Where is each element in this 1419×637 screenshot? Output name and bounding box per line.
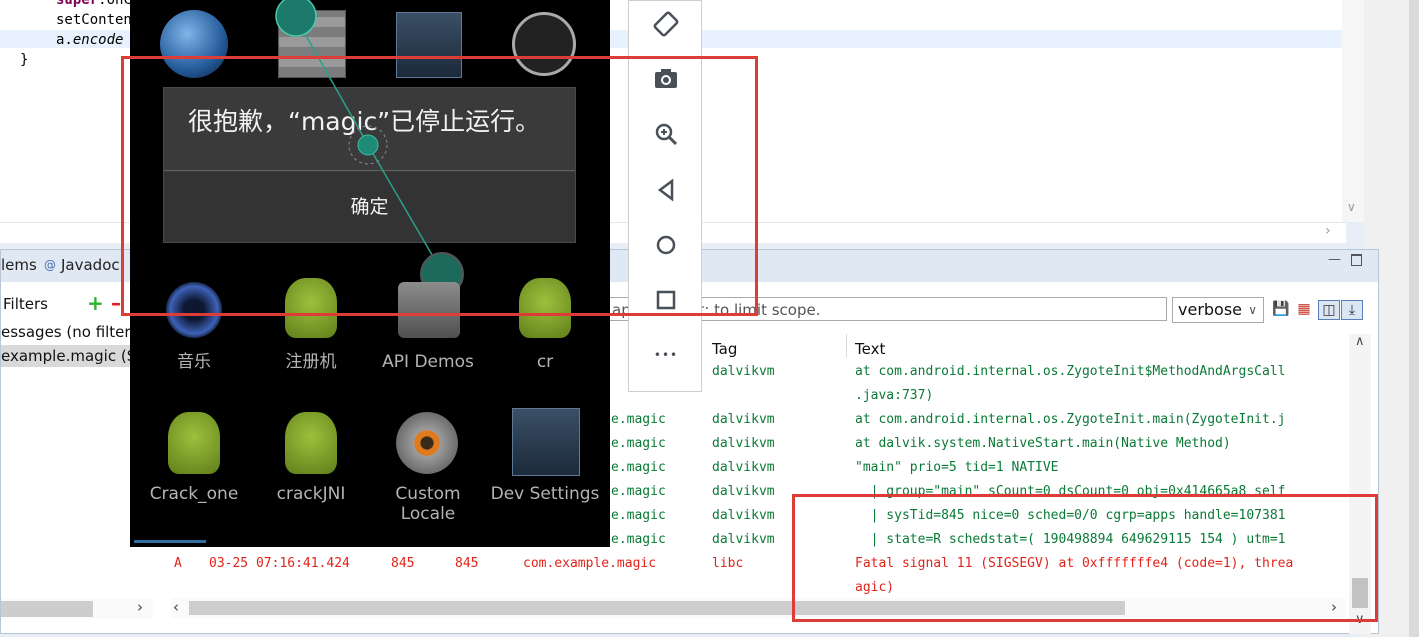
- trail-line: [367, 144, 443, 273]
- code-keyword: super: [56, 0, 99, 8]
- music-icon[interactable]: [166, 282, 222, 338]
- touch-point: [357, 134, 379, 156]
- emulator-screen[interactable]: 很抱歉，“magic”已停止运行。 确定 音乐 注册机 API Demos cr…: [130, 0, 610, 547]
- error-pid: 845: [391, 556, 415, 571]
- scroll-lock-icon[interactable]: ◫: [1318, 300, 1340, 320]
- log-row-tag: dalvikvm: [712, 412, 775, 427]
- error-tid: 845: [455, 556, 479, 571]
- error-text: Fatal signal 11 (SIGSEGV) at 0xfffffffe4…: [855, 556, 1294, 571]
- scroll-down-icon[interactable]: ∨: [1347, 200, 1356, 214]
- javadoc-icon: @: [44, 258, 56, 272]
- log-row-tag: dalvikvm: [712, 508, 775, 523]
- tab-problems[interactable]: lems: [1, 256, 37, 274]
- settings-icon[interactable]: [512, 408, 580, 476]
- emulator-toolbar: •••: [628, 0, 702, 392]
- scroll-to-end-icon[interactable]: ⤓: [1341, 300, 1363, 320]
- trail-line: [295, 17, 369, 146]
- page-indicator: [134, 540, 206, 543]
- column-tag[interactable]: Tag: [712, 340, 737, 358]
- log-row-app: e.magic: [611, 412, 666, 427]
- touch-point: [275, 0, 317, 37]
- log-row-tag: dalvikvm: [712, 364, 775, 379]
- app-label[interactable]: cr: [485, 352, 605, 372]
- filters-hscroll[interactable]: ›: [1, 598, 153, 619]
- android-app-icon[interactable]: [168, 412, 220, 474]
- code-line-4: }: [20, 52, 29, 68]
- log-row-app: e.magic: [611, 460, 666, 475]
- column-text[interactable]: Text: [855, 340, 885, 358]
- camera-icon[interactable]: [652, 65, 680, 93]
- log-row-tag: dalvikvm: [712, 460, 775, 475]
- code-method: encode: [72, 32, 124, 48]
- scroll-left-icon[interactable]: ‹: [173, 598, 179, 616]
- remove-filter-icon[interactable]: –: [111, 291, 121, 315]
- zoom-icon[interactable]: [652, 120, 680, 148]
- log-row-tag: dalvikvm: [712, 532, 775, 547]
- error-level: A: [174, 556, 182, 571]
- log-hscroll-thumb[interactable]: [189, 601, 1125, 615]
- scroll-right-icon[interactable]: ›: [137, 598, 143, 616]
- error-text-continued: agic): [855, 580, 895, 595]
- log-level-value: verbose: [1178, 300, 1243, 319]
- back-icon[interactable]: [652, 176, 680, 204]
- code-line-1: super.onCr: [56, 0, 140, 10]
- scroll-down-icon[interactable]: ∨: [1355, 612, 1365, 627]
- android-app-icon[interactable]: [285, 278, 337, 338]
- minimize-icon[interactable]: —: [1328, 252, 1341, 267]
- log-row-app: e.magic: [611, 484, 666, 499]
- scroll-up-icon[interactable]: ∧: [1355, 334, 1365, 349]
- home-icon[interactable]: [652, 231, 680, 259]
- column-divider[interactable]: [846, 334, 847, 358]
- log-scroll-thumb[interactable]: [1352, 578, 1368, 608]
- scroll-right-icon[interactable]: ›: [1325, 223, 1331, 239]
- tab-javadoc[interactable]: Javadoc: [61, 256, 120, 274]
- error-tag: libc: [712, 556, 744, 571]
- log-row-app: e.magic: [611, 532, 666, 547]
- folder-icon[interactable]: [398, 282, 460, 338]
- save-icon[interactable]: 💾: [1272, 300, 1290, 318]
- log-row-text: | state=R schedstat=( 190498894 64962911…: [855, 532, 1286, 547]
- editor-vertical-scrollbar[interactable]: ∨: [1342, 0, 1364, 222]
- rotate-icon[interactable]: [652, 10, 680, 38]
- log-row-tag: dalvikvm: [712, 484, 775, 499]
- app-label[interactable]: Dev Settings: [485, 484, 605, 504]
- code-text: a.: [56, 32, 73, 48]
- app-label[interactable]: Crack_one: [134, 484, 254, 504]
- app-label[interactable]: Custom Locale: [368, 484, 488, 524]
- log-row-app: e.magic: [611, 508, 666, 523]
- chevron-down-icon: ∨: [1248, 303, 1257, 317]
- log-row-tag: dalvikvm: [712, 436, 775, 451]
- error-time: 03-25 07:16:41.424: [209, 556, 350, 571]
- log-vertical-scrollbar[interactable]: ∧ ∨: [1349, 334, 1371, 634]
- app-label[interactable]: API Demos: [368, 352, 488, 372]
- more-icon[interactable]: •••: [652, 341, 680, 369]
- app-label[interactable]: 注册机: [251, 352, 371, 372]
- error-app: com.example.magic: [523, 556, 657, 571]
- log-horizontal-scrollbar[interactable]: ‹ ›: [171, 598, 1346, 618]
- log-row-text: | group="main" sCount=0 dsCount=0 obj=0x…: [855, 484, 1286, 499]
- scroll-right-icon[interactable]: ›: [1331, 598, 1337, 616]
- app-label[interactable]: crackJNI: [251, 484, 371, 504]
- app-label[interactable]: 音乐: [134, 352, 254, 372]
- log-row-text: "main" prio=5 tid=1 NATIVE: [855, 460, 1059, 475]
- overview-icon[interactable]: [652, 286, 680, 314]
- log-row-app: e.magic: [611, 436, 666, 451]
- android-app-icon[interactable]: [519, 278, 571, 338]
- log-row-text: at dalvik.system.NativeStart.main(Native…: [855, 436, 1231, 451]
- code-line-2: setConten: [56, 12, 132, 28]
- maximize-icon[interactable]: [1351, 254, 1362, 266]
- log-row-text: at com.android.internal.os.ZygoteInit$Me…: [855, 364, 1286, 379]
- code-line-3: a.encode: [56, 30, 123, 50]
- gear-icon[interactable]: [396, 412, 458, 474]
- filters-scroll-thumb[interactable]: [1, 601, 93, 617]
- clear-log-icon[interactable]: ▦: [1295, 300, 1313, 318]
- log-row-text: at com.android.internal.os.ZygoteInit.ma…: [855, 412, 1286, 427]
- log-level-select[interactable]: verbose ∨: [1172, 297, 1264, 323]
- log-row-text: | sysTid=845 nice=0 sched=0/0 cgrp=apps …: [855, 508, 1286, 523]
- android-app-icon[interactable]: [285, 412, 337, 474]
- window-edge: [1409, 0, 1419, 637]
- add-filter-icon[interactable]: +: [87, 291, 104, 315]
- log-row-text: .java:737): [855, 388, 934, 403]
